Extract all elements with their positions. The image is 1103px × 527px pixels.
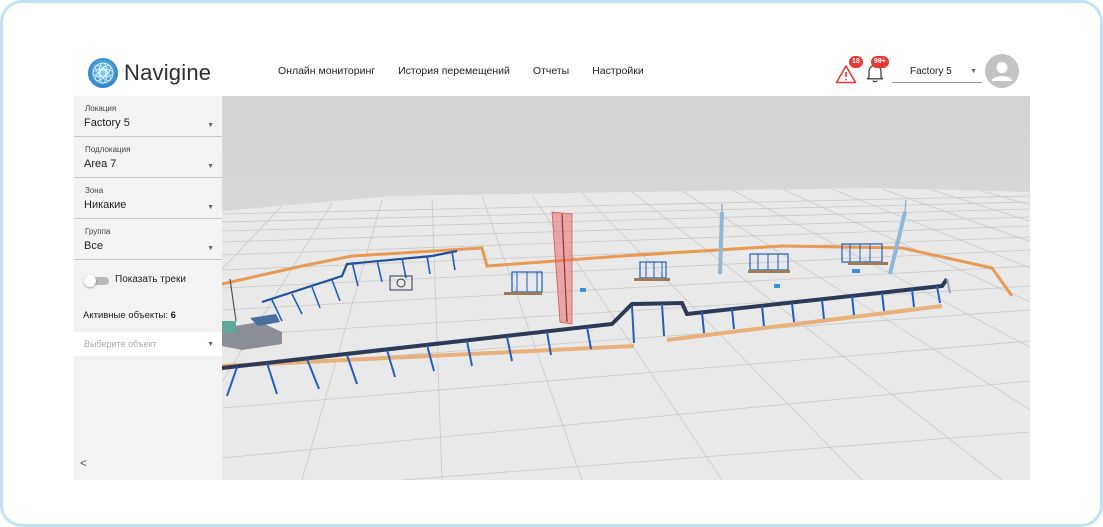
sublocation-field-label: Подлокация <box>85 145 131 154</box>
caret-down-icon: ▼ <box>970 68 977 75</box>
nav-reports[interactable]: Отчеты <box>533 65 569 77</box>
tower-1 <box>718 204 724 275</box>
group-field-label: Группа <box>85 227 111 236</box>
alerts-badge: 18 <box>849 56 863 68</box>
object-select[interactable]: Выберите объект ▼ <box>74 332 222 356</box>
nav-online-monitoring[interactable]: Онлайн мониторинг <box>278 65 375 77</box>
filter-sidebar: Локация Factory 5 ▼ Подлокация Area 7 ▼ … <box>74 96 222 480</box>
caret-down-icon: ▼ <box>207 204 214 211</box>
location-field[interactable]: Локация Factory 5 ▼ <box>74 96 222 137</box>
sublocation-field-value: Area 7 <box>84 158 117 170</box>
collapse-sidebar-button[interactable]: < <box>80 456 87 470</box>
show-tracks-toggle[interactable] <box>84 275 110 287</box>
location-field-label: Локация <box>85 104 117 113</box>
factory-3d-scene[interactable] <box>222 96 1030 480</box>
group-field[interactable]: Группа Все ▼ <box>74 219 222 260</box>
caret-down-icon: ▼ <box>207 341 214 348</box>
sublocation-field[interactable]: Подлокация Area 7 ▼ <box>74 137 222 178</box>
nav-movement-history[interactable]: История перемещений <box>398 65 510 77</box>
active-objects-line: Активные объекты: 6 <box>83 310 176 321</box>
nav-settings[interactable]: Настройки <box>592 65 644 77</box>
active-objects-count: 6 <box>170 310 176 321</box>
brand-name[interactable]: Navigine <box>124 60 211 86</box>
app-window: Navigine Онлайн мониторинг История перем… <box>74 52 1030 480</box>
navigine-logo-icon <box>88 58 118 88</box>
location-dropdown[interactable]: Factory 5 ▼ <box>892 64 982 83</box>
zone-field-value: Никакие <box>84 199 127 211</box>
user-silhouette-icon <box>991 62 1013 81</box>
location-field-value: Factory 5 <box>84 117 130 129</box>
floor-plane <box>222 188 1030 480</box>
caret-down-icon: ▼ <box>207 122 214 129</box>
user-avatar-icon[interactable] <box>985 54 1019 88</box>
zone-field-label: Зона <box>85 186 104 195</box>
main-nav: Онлайн мониторинг История перемещений От… <box>278 65 644 77</box>
caret-down-icon: ▼ <box>207 163 214 170</box>
zone-field[interactable]: Зона Никакие ▼ <box>74 178 222 219</box>
caret-down-icon: ▼ <box>207 245 214 252</box>
top-bar: Navigine Онлайн мониторинг История перем… <box>74 52 1030 96</box>
3d-map-view[interactable] <box>222 96 1030 480</box>
toggle-knob <box>84 275 96 287</box>
notifications-badge: 99+ <box>871 56 889 68</box>
object-select-placeholder: Выберите объект <box>84 339 157 349</box>
show-tracks-label: Показать треки <box>115 274 186 285</box>
group-field-value: Все <box>84 240 103 252</box>
location-dropdown-value: Factory 5 <box>910 66 952 77</box>
active-objects-label: Активные объекты: <box>83 310 169 321</box>
